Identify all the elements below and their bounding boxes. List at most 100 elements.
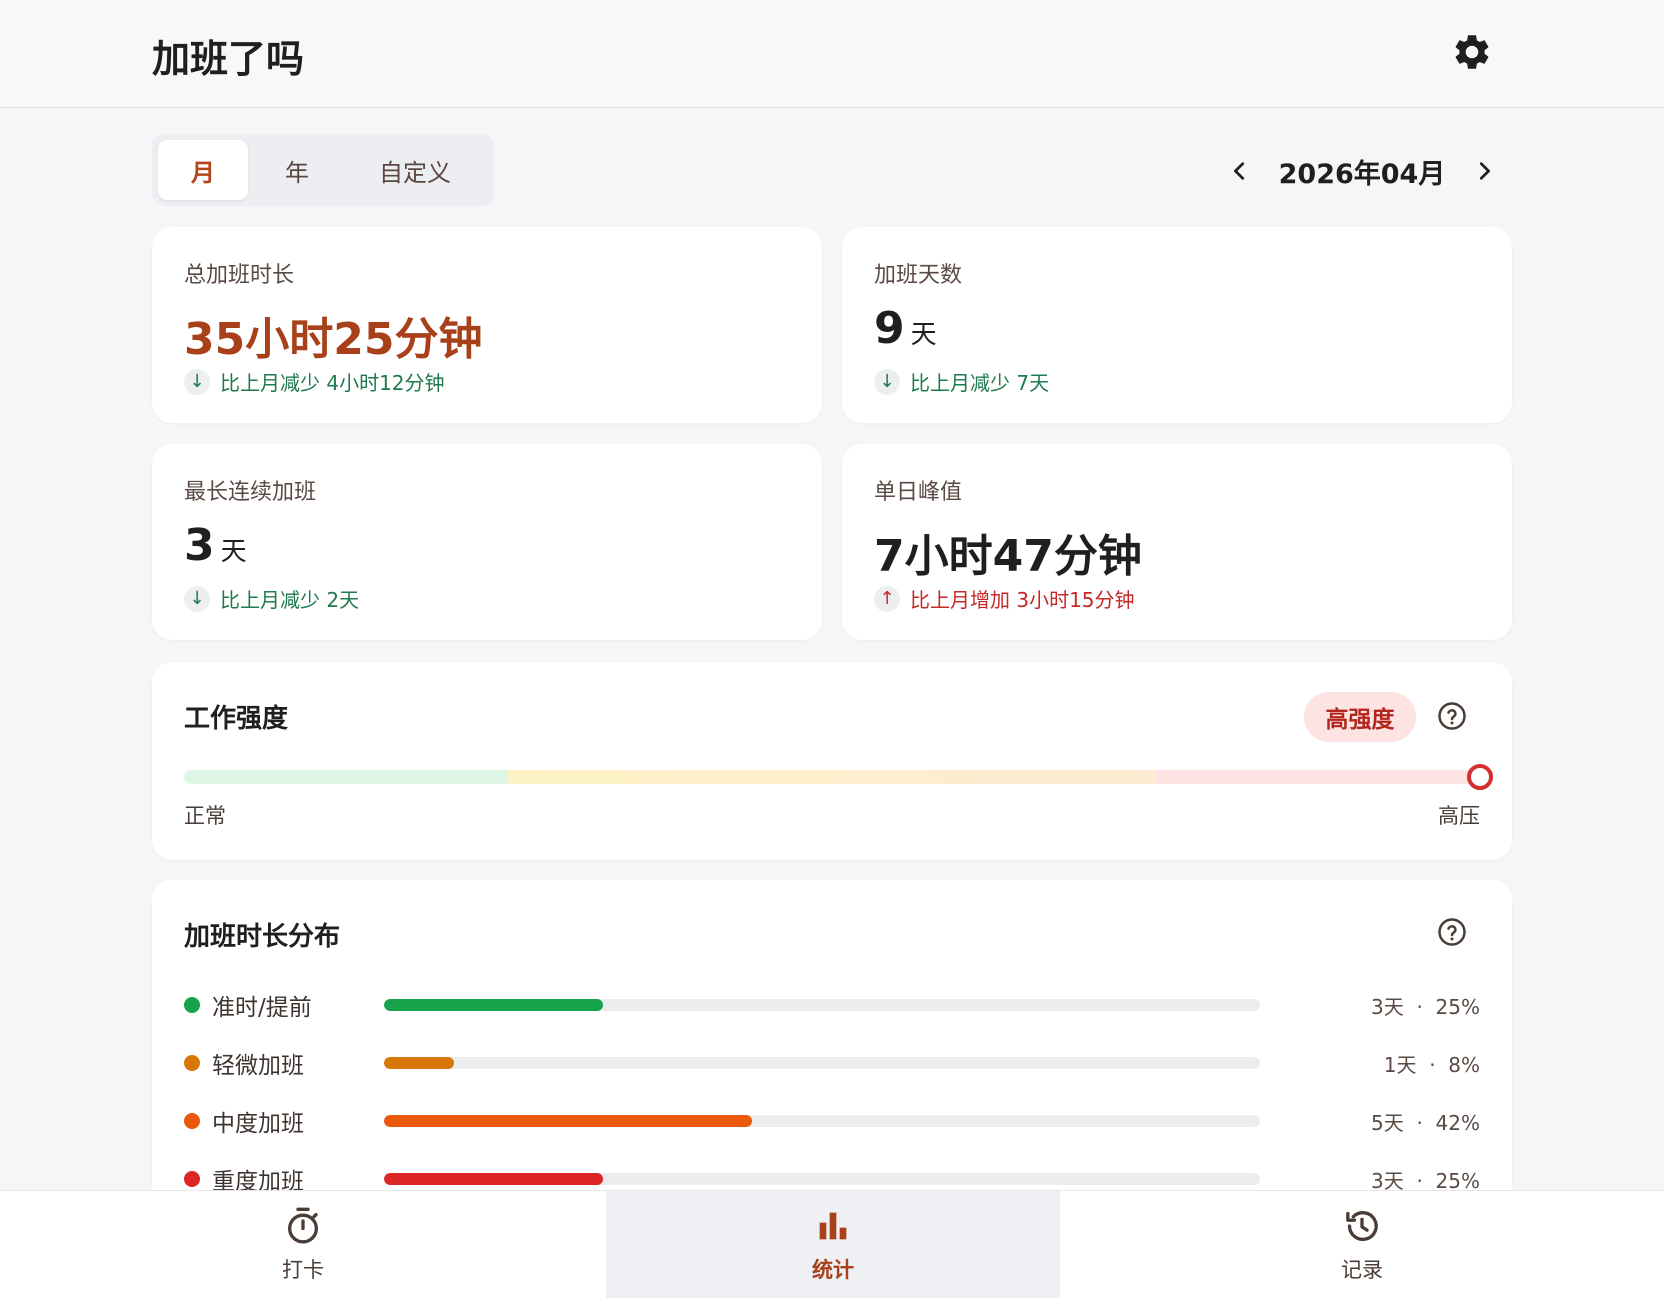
nav-label: 记录: [1341, 1258, 1383, 1282]
total-duration-value: 35小时25分钟: [184, 314, 483, 365]
stat-compare: ↓ 比上月减少 7天: [874, 367, 1480, 396]
section-title: 加班时长分布: [184, 922, 341, 952]
distribution-bar: [384, 1115, 752, 1127]
stat-value: 3 天: [184, 520, 790, 571]
arrow-down-icon: ↓: [874, 368, 900, 395]
bar-chart-icon: [819, 1212, 847, 1240]
stat-label: 总加班时长: [184, 263, 295, 288]
distribution-stat: 3天 · 25%: [1371, 991, 1480, 1020]
compare-text: 比上月增加 3小时15分钟: [910, 588, 1135, 612]
stat-value: 9 天: [874, 303, 1480, 354]
distribution-bar: [384, 999, 603, 1011]
compare-text: 比上月减少 4小时12分钟: [220, 371, 445, 395]
section-title: 工作强度: [184, 704, 289, 734]
tab-custom[interactable]: 自定义: [346, 140, 484, 200]
separator: ·: [1416, 1110, 1423, 1135]
separator: ·: [1429, 1052, 1436, 1077]
stat-compare: ↑ 比上月增加 3小时15分钟: [874, 584, 1480, 613]
chevron-right-icon: [1479, 162, 1490, 180]
period-tabs: 月 年 自定义: [152, 134, 494, 206]
distribution-label: 轻微加班: [212, 1053, 304, 1079]
intensity-marker: [1467, 764, 1493, 790]
tab-month[interactable]: 月: [158, 140, 248, 200]
distribution-bar: [384, 1057, 455, 1069]
compare-text: 比上月减少 7天: [910, 371, 1050, 395]
distribution-row: 中度加班 5天 · 42%: [184, 1103, 1480, 1139]
days-count: 3天: [1371, 1168, 1404, 1193]
percent-value: 8%: [1448, 1052, 1480, 1077]
arrow-up-icon: ↑: [874, 585, 900, 612]
daily-peak-value: 7小时47分钟: [874, 531, 1142, 582]
distribution-label: 准时/提前: [212, 995, 312, 1021]
overtime-days-value: 9: [874, 303, 905, 354]
work-intensity-card: 工作强度 高强度 正常 高压: [152, 662, 1512, 860]
nav-item-clock-in[interactable]: 打卡: [0, 1191, 606, 1298]
compare-text: 比上月减少 2天: [220, 588, 360, 612]
daily-peak-card: 单日峰值 7小时47分钟 ↑ 比上月增加 3小时15分钟: [842, 444, 1512, 640]
stat-value: 7小时47分钟: [874, 520, 1480, 582]
legend-dot: [184, 1171, 200, 1187]
nav-item-records[interactable]: 记录: [1060, 1191, 1664, 1298]
distribution-track: [384, 999, 1260, 1011]
distribution-track: [384, 1115, 1260, 1127]
overtime-days-card: 加班天数 9 天 ↓ 比上月减少 7天: [842, 227, 1512, 423]
stat-label: 加班天数: [874, 263, 963, 288]
gear-icon: [1455, 35, 1489, 69]
distribution-row: 轻微加班 1天 · 8%: [184, 1045, 1480, 1081]
distribution-bar: [384, 1173, 603, 1185]
distribution-track: [384, 1057, 1260, 1069]
distribution-card: 加班时长分布 准时/提前 3天 · 25% 轻微加班 1天 · 8% 中度加班 …: [152, 880, 1512, 1220]
longest-streak-value: 3: [184, 520, 215, 571]
bottom-nav: 打卡 统计 记录: [0, 1190, 1664, 1298]
distribution-stat: 1天 · 8%: [1384, 1049, 1480, 1078]
distribution-track: [384, 1173, 1260, 1185]
stat-label: 最长连续加班: [184, 480, 317, 505]
days-count: 3天: [1371, 994, 1404, 1019]
chevron-left-icon: [1234, 162, 1245, 180]
month-navigator: 2026年04月: [1222, 148, 1502, 194]
stat-compare: ↓ 比上月减少 4小时12分钟: [184, 367, 790, 396]
distribution-stat: 5天 · 42%: [1371, 1107, 1480, 1136]
arrow-down-icon: ↓: [184, 368, 210, 395]
days-count: 5天: [1371, 1110, 1404, 1135]
nav-label: 打卡: [282, 1258, 324, 1282]
distribution-help-button[interactable]: [1436, 916, 1468, 948]
app-header: 加班了吗: [0, 0, 1664, 108]
stat-label: 单日峰值: [874, 480, 963, 505]
stopwatch-icon: [288, 1207, 318, 1244]
intensity-badge: 高强度: [1304, 692, 1416, 742]
total-duration-card: 总加班时长 35小时25分钟 ↓ 比上月减少 4小时12分钟: [152, 227, 822, 423]
longest-streak-card: 最长连续加班 3 天 ↓ 比上月减少 2天: [152, 444, 822, 640]
history-icon: [1346, 1211, 1378, 1242]
days-count: 1天: [1383, 1052, 1417, 1077]
percent-value: 42%: [1435, 1110, 1480, 1135]
prev-month-button[interactable]: [1222, 153, 1258, 189]
stat-unit: 天: [220, 537, 247, 567]
nav-item-stats[interactable]: 统计: [606, 1191, 1060, 1298]
percent-value: 25%: [1435, 994, 1480, 1019]
legend-dot: [184, 1113, 200, 1129]
scale-high-label: 高压: [1438, 804, 1480, 828]
app-title: 加班了吗: [152, 37, 305, 81]
help-icon: [1438, 702, 1466, 730]
settings-button[interactable]: [1450, 30, 1494, 74]
arrow-down-icon: ↓: [184, 585, 210, 612]
stat-compare: ↓ 比上月减少 2天: [184, 584, 790, 613]
intensity-track: [184, 770, 1480, 784]
separator: ·: [1416, 994, 1423, 1019]
distribution-row: 准时/提前 3天 · 25%: [184, 987, 1480, 1023]
tab-year[interactable]: 年: [248, 140, 346, 200]
current-month-label[interactable]: 2026年04月: [1279, 152, 1446, 191]
intensity-help-button[interactable]: [1436, 700, 1468, 732]
percent-value: 25%: [1435, 1168, 1480, 1193]
separator: ·: [1416, 1168, 1423, 1193]
next-month-button[interactable]: [1466, 153, 1502, 189]
scale-low-label: 正常: [184, 804, 226, 828]
nav-label: 统计: [812, 1258, 854, 1282]
stat-unit: 天: [910, 320, 937, 350]
legend-dot: [184, 997, 200, 1013]
stat-value: 35小时25分钟: [184, 303, 790, 365]
legend-dot: [184, 1055, 200, 1071]
help-icon: [1438, 918, 1466, 946]
distribution-label: 中度加班: [212, 1111, 304, 1137]
